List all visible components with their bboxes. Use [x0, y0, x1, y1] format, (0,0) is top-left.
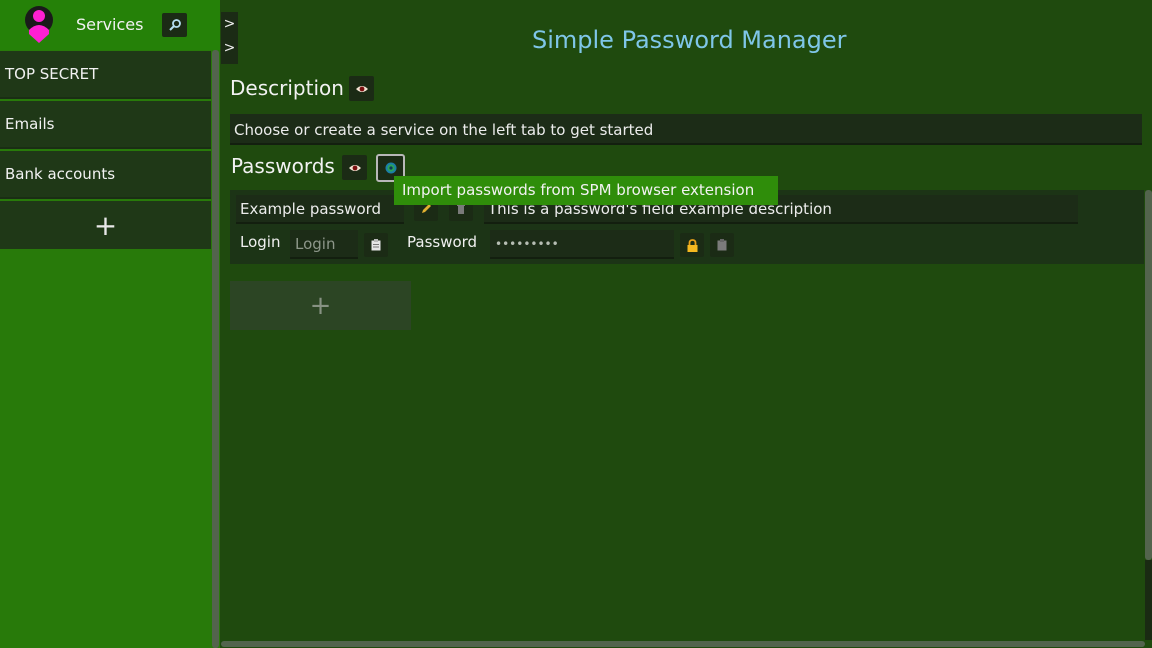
- copy-password-button[interactable]: [710, 233, 734, 257]
- toggle-passwords-visibility-button[interactable]: [342, 155, 367, 180]
- password-label: Password: [407, 233, 478, 251]
- eye-icon: [348, 164, 361, 171]
- copy-login-button[interactable]: [364, 233, 388, 257]
- lock-icon: [687, 238, 697, 252]
- user-avatar-icon[interactable]: [24, 6, 54, 44]
- login-label: Login: [240, 233, 281, 251]
- services-sidebar: Services TOP SECRET Emails Bank accounts…: [0, 0, 220, 648]
- plus-icon: +: [309, 290, 332, 321]
- clipboard-icon: [717, 239, 727, 251]
- service-item-label: Bank accounts: [5, 165, 116, 183]
- service-item-label: TOP SECRET: [5, 65, 99, 83]
- service-item-emails[interactable]: Emails: [0, 101, 211, 149]
- app-title: Simple Password Manager: [532, 26, 847, 54]
- main-vertical-scrollbar[interactable]: [1145, 190, 1152, 560]
- plus-icon: +: [93, 208, 118, 242]
- sidebar-header: Services: [0, 0, 220, 50]
- clipboard-icon: [371, 239, 381, 251]
- main-vertical-scroll-track: [1145, 560, 1152, 640]
- toggle-password-lock-button[interactable]: [680, 233, 704, 257]
- description-heading: Description: [230, 76, 344, 100]
- chevron-right-icon: >: [223, 16, 236, 32]
- add-password-button[interactable]: +: [230, 281, 411, 330]
- password-name-field[interactable]: Example password: [236, 195, 404, 224]
- toggle-description-visibility-button[interactable]: [349, 76, 374, 101]
- password-input[interactable]: [490, 230, 674, 259]
- service-item-top-secret[interactable]: TOP SECRET: [0, 51, 211, 99]
- description-field[interactable]: Choose or create a service on the left t…: [230, 114, 1142, 145]
- passwords-heading: Passwords: [231, 154, 335, 178]
- import-tooltip: Import passwords from SPM browser extens…: [394, 176, 778, 205]
- chevron-right-icon: >: [223, 40, 236, 56]
- search-services-button[interactable]: [162, 13, 187, 37]
- service-item-label: Emails: [5, 115, 55, 133]
- sidebar-toggle-button[interactable]: > >: [221, 12, 238, 64]
- eye-icon: [355, 85, 368, 92]
- login-input[interactable]: [290, 230, 358, 259]
- services-title: Services: [76, 15, 144, 34]
- service-item-bank-accounts[interactable]: Bank accounts: [0, 151, 211, 199]
- extension-icon: [385, 162, 396, 174]
- sidebar-scrollbar[interactable]: [212, 50, 219, 648]
- magnifier-icon: [168, 19, 181, 31]
- add-service-button[interactable]: +: [0, 201, 211, 249]
- main-horizontal-scrollbar[interactable]: [221, 641, 1145, 647]
